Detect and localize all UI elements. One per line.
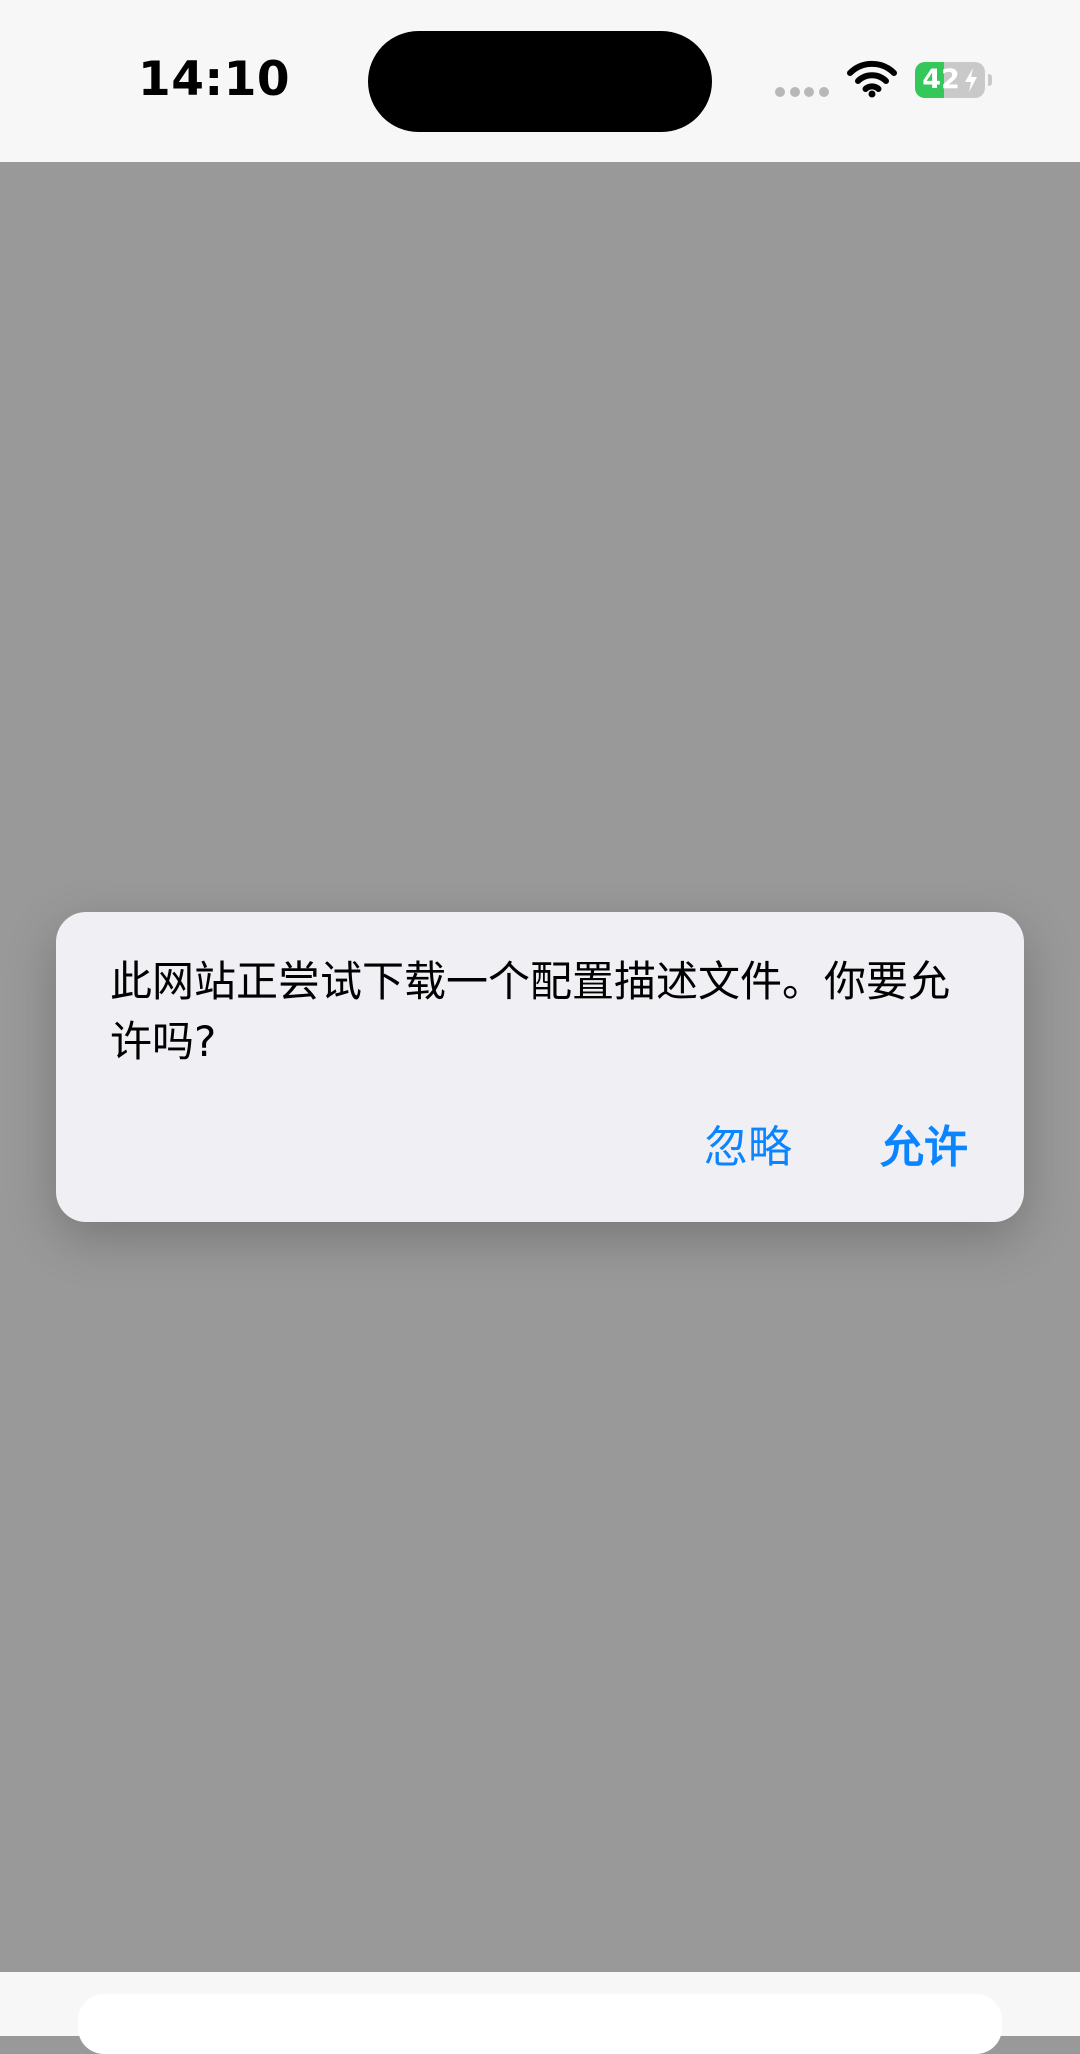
dynamic-island [368,31,712,132]
profile-download-alert: 此网站正尝试下载一个配置描述文件。你要允许吗? 忽略 允许 [56,912,1024,1222]
battery-icon: 42 [915,62,992,98]
status-bar: 14:10 42 [0,0,1080,162]
wifi-icon [847,60,897,98]
alert-actions: 忽略 允许 [704,1118,968,1178]
cellular-signal-icon [775,87,829,97]
battery-level-text: 42 [922,64,960,95]
bottom-toolbar [0,1972,1080,2054]
ignore-button[interactable]: 忽略 [704,1118,792,1178]
allow-button[interactable]: 允许 [880,1118,968,1178]
address-bar[interactable] [78,1994,1002,2054]
battery-cap [988,74,992,86]
status-time: 14:10 [138,52,291,107]
alert-message: 此网站正尝试下载一个配置描述文件。你要允许吗? [110,957,951,1066]
charging-bolt-icon [965,68,977,92]
